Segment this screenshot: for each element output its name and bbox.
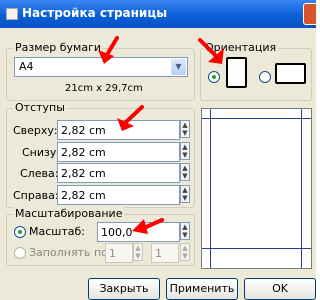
margin-right-stepper[interactable]: ▲ ▼ (180, 185, 190, 203)
fit-to-label: Заполнять по: (29, 246, 112, 259)
margin-left-label: Слева: (20, 167, 59, 180)
preview-margin-top (202, 118, 311, 119)
margin-bottom-label: Снизу: (22, 146, 61, 159)
margin-top-label: Сверху: (13, 124, 58, 137)
scale-stepper[interactable]: ▲ ▼ (180, 222, 190, 240)
paper-dimensions: 21cm x 29,7cm (65, 83, 143, 94)
fit-height-input[interactable] (151, 243, 179, 263)
annotation-arrow-paper (98, 36, 119, 64)
fit-to-radio[interactable] (14, 247, 26, 259)
margins-legend: Отступы (13, 101, 67, 114)
ok-label: OK (272, 282, 288, 295)
preview-margin-bottom (202, 248, 311, 249)
apply-label: Применить (169, 282, 235, 295)
window-title: Настройка страницы (22, 6, 168, 20)
close-dialog-button[interactable]: Закрыть (88, 278, 160, 300)
margin-left-stepper[interactable]: ▲ ▼ (180, 163, 190, 181)
apply-button[interactable]: Применить (166, 278, 238, 300)
portrait-radio[interactable] (208, 71, 220, 83)
ok-button[interactable]: OK (244, 278, 316, 300)
fit-width-input[interactable] (105, 243, 133, 263)
portrait-page-icon[interactable] (226, 57, 247, 88)
paper-size-value: A4 (19, 60, 34, 73)
landscape-page-icon[interactable] (275, 63, 306, 84)
landscape-radio[interactable] (259, 71, 271, 83)
margin-bottom-stepper[interactable]: ▲ ▼ (180, 142, 190, 160)
fit-height-stepper[interactable]: ▲ ▼ (180, 243, 190, 261)
annotation-arrow-orientation (198, 38, 224, 64)
annotation-arrow-scale (132, 218, 164, 234)
margin-left-input[interactable] (57, 163, 180, 183)
page-preview (201, 108, 312, 269)
scale-label: Масштаб: (29, 225, 85, 238)
margins-group: Отступы Сверху: ▲▼ Снизу: ▲▼ Слева: ▲▼ С… (6, 101, 195, 208)
preview-margin-left (210, 109, 211, 268)
scale-radio[interactable] (14, 226, 26, 238)
paper-size-legend: Размер бумаги (13, 41, 104, 54)
fit-width-stepper[interactable]: ▲ ▼ (133, 243, 143, 261)
scaling-legend: Масштабирование (13, 207, 125, 220)
title-bar[interactable]: Настройка страницы (0, 0, 316, 28)
close-dialog-label: Закрыть (99, 282, 149, 295)
margin-top-stepper[interactable]: ▲ ▼ (180, 120, 190, 138)
margin-bottom-input[interactable] (57, 142, 180, 162)
margin-right-input[interactable] (57, 185, 180, 205)
preview-margin-right (301, 109, 302, 268)
dialog-body: Размер бумаги A4 ▼ 21cm x 29,7cm Ориента… (0, 28, 316, 300)
app-icon (6, 8, 18, 20)
annotation-arrow-margins (117, 105, 144, 131)
close-button[interactable] (303, 3, 316, 25)
margin-right-label: Справа: (13, 189, 59, 202)
scaling-group: Масштабирование Масштаб: ▲▼ Заполнять по… (6, 207, 195, 266)
chevron-down-icon[interactable]: ▼ (171, 59, 186, 75)
